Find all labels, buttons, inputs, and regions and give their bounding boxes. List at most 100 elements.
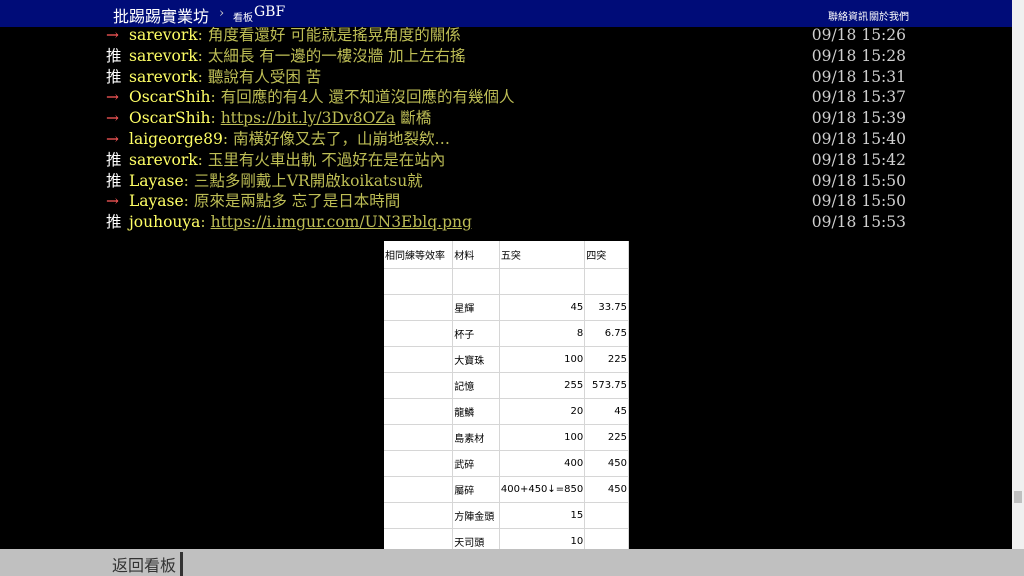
push-tag: 推 [106,213,122,232]
table-cell: 255 [499,372,586,399]
push-timestamp: 09/18 15:42 [811,150,906,169]
table-row: 島素材 100 225 [384,424,629,451]
table-row: 記憶 255 573.75 [384,372,629,399]
push-colon: : [200,213,211,232]
push-user-id: Layase [129,171,184,190]
push-content: 三點多剛戴上VR開啟koikatsu就 [193,171,423,190]
push-content: 南橫好像又去了，山崩地裂欸… [232,130,450,148]
table-row: 武碎 400 450 [384,450,629,477]
board-label: 看板 [233,13,253,24]
table-row: 星輝 45 33.75 [384,294,629,321]
embedded-table-image[interactable]: 相同練等效率 材料 五突 四突 星輝 45 33.75 杯子 8 6.75 大寶珠 100 225 記憶 2… [384,241,629,551]
push-user-id: sarevork [129,150,198,169]
arrow-tag: → [106,88,119,107]
table-cell [384,476,454,503]
table-cell: 天司頭 [452,528,500,551]
table-cell: 225 [584,424,629,451]
table-cell: 杯子 [452,320,500,347]
table-row: 大寶珠 100 225 [384,346,629,373]
breadcrumb-separator-icon: › [219,6,225,21]
table-cell [384,528,454,551]
push-user-id: OscarShih [129,88,211,107]
push-user-id: jouhouya [129,213,201,232]
push-tag: 推 [106,150,122,169]
table-cell [499,268,586,295]
push-content: 太細長 有一邊的一樓沒牆 加上左右搖 [207,46,466,65]
push-line: → laigeorge89: 南橫好像又去了，山崩地裂欸… 09/18 15:40 [106,129,910,150]
site-title-link[interactable]: 批踢踢實業坊 [113,3,209,27]
arrow-tag: → [106,109,119,128]
header-bar: 批踢踢實業坊 › 看板 GBF 聯絡資訊 關於我們 [0,0,1012,27]
push-line: 推 sarevork: 玉里有火車出軌 不過好在是在站內 09/18 15:42 [106,150,910,171]
contact-info-link[interactable]: 聯絡資訊 [828,8,868,23]
table-cell [384,320,454,347]
material-table: 相同練等效率 材料 五突 四突 星輝 45 33.75 杯子 8 6.75 大寶珠 100 225 記憶 2… [384,241,629,551]
arrow-tag: → [106,130,119,148]
push-timestamp: 09/18 15:28 [811,46,906,65]
table-header-cell: 相同練等效率 [384,241,454,269]
about-us-link[interactable]: 關於我們 [869,8,909,23]
push-content: 角度看還好 可能就是搖晃角度的關係 [207,26,461,44]
table-cell: 33.75 [584,294,629,321]
table-row [384,268,629,295]
table-cell: 20 [499,398,586,425]
push-user-id: Layase [129,192,184,211]
push-content: 玉里有火車出軌 不過好在是在站內 [207,150,446,169]
push-timestamp: 09/18 15:53 [811,213,906,232]
table-cell: 450 [584,476,629,503]
table-cell: 225 [584,346,629,373]
push-user-id: laigeorge89 [129,130,223,148]
push-content-link[interactable]: https://bit.ly/3Dv8OZa [221,109,396,127]
push-line: → OscarShih: 有回應的有4人 還不知道沒回應的有幾個人 09/18 15… [106,87,910,108]
table-cell [384,346,454,373]
push-content: 聽說有人受困 苦 [207,67,322,86]
table-cell: 10 [499,528,586,551]
push-colon: : [222,130,233,148]
table-cell: 45 [584,398,629,425]
push-line: → Layase: 原來是兩點多 忘了是日本時間 09/18 15:50 [106,191,910,212]
push-content: 有回應的有4人 還不知道沒回應的有幾個人 [220,88,515,107]
board-name-link[interactable]: GBF [254,4,285,20]
push-colon: : [197,67,208,86]
push-line: → OscarShih: https://bit.ly/3Dv8OZa 斷橋 09/… [106,108,910,129]
table-cell [384,372,454,399]
push-tag: 推 [106,67,122,86]
table-cell: 屬碎 [452,476,500,503]
table-cell: 大寶珠 [452,346,500,373]
table-cell [384,424,454,451]
table-cell: 45 [499,294,586,321]
table-cell: 450 [584,450,629,477]
footer-bar: 返回看板 [0,549,1024,576]
table-row: 方陣金頭 15 [384,502,629,529]
table-header-cell: 四突 [584,241,629,269]
scroll-thumb[interactable] [1014,491,1022,503]
push-timestamp: 09/18 15:50 [811,171,906,190]
push-line: 推 jouhouya: https://i.imgur.com/UN3Eblq.p… [106,212,910,233]
push-user-id: sarevork [129,26,198,44]
push-line: 推 sarevork: 聽說有人受困 苦 09/18 15:31 [106,67,910,88]
table-header-cell: 材料 [452,241,500,269]
push-user-id: sarevork [129,46,198,65]
push-user-id: OscarShih [129,109,211,128]
push-timestamp: 09/18 15:26 [811,26,906,44]
push-user-id: sarevork [129,67,198,86]
push-line: 推 sarevork: 太細長 有一邊的一樓沒牆 加上左右搖 09/18 15:28 [106,46,910,67]
push-timestamp: 09/18 15:37 [811,88,906,107]
table-cell: 100 [499,346,586,373]
back-to-board-button[interactable]: 返回看板 [112,552,184,576]
table-cell: 星輝 [452,294,500,321]
push-content: 原來是兩點多 忘了是日本時間 [193,192,401,211]
push-timestamp: 09/18 15:50 [811,192,906,211]
push-colon: : [197,26,208,44]
table-cell: 15 [499,502,586,529]
table-row: 龍鱗 20 45 [384,398,629,425]
table-cell [584,528,629,551]
table-cell: 400+450↓=850 [499,476,586,503]
table-row: 天司頭 10 [384,528,629,551]
table-cell [384,398,454,425]
push-colon: : [197,46,208,65]
push-content-link[interactable]: https://i.imgur.com/UN3Eblq.png [211,213,472,231]
table-cell: 6.75 [584,320,629,347]
scrollbar[interactable] [1012,0,1024,549]
table-cell: 400 [499,450,586,477]
